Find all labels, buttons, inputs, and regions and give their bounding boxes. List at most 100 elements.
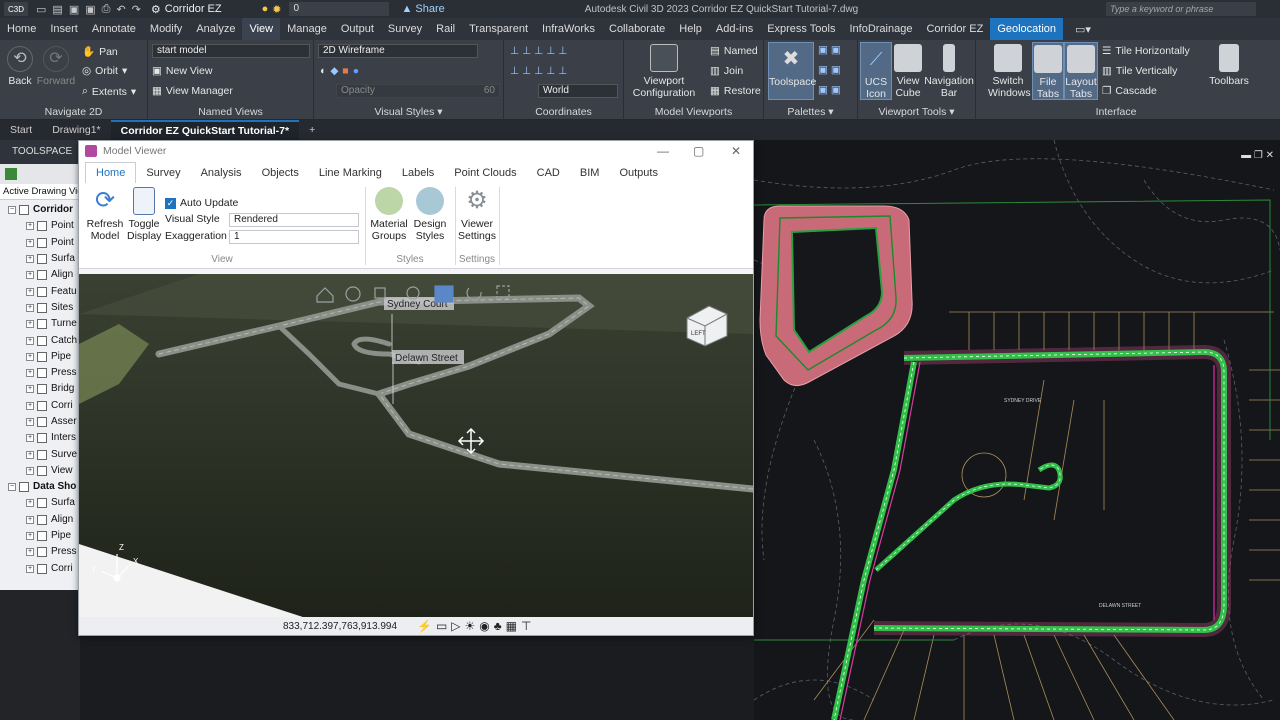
material-groups-button[interactable]: Material Groups [369,187,409,242]
opacity-slider[interactable]: Opacity 60 [336,84,500,98]
share-button[interactable]: ▲ Share [401,3,444,15]
ribbon-tab-corridor-ez[interactable]: Corridor EZ [919,18,990,40]
expand-toggle-icon[interactable]: + [26,336,34,345]
tree-item[interactable]: + Align [2,267,80,283]
expand-toggle-icon[interactable]: + [26,499,34,508]
expand-toggle-icon[interactable]: + [26,287,34,296]
expand-toggle-icon[interactable]: + [26,385,34,394]
save-icon[interactable]: ▣ [69,3,79,16]
drawing-canvas[interactable]: ▬ ❐ ✕ SYDNEY DRIVE DELAWN STREET [754,140,1280,720]
expand-toggle-icon[interactable]: + [26,238,34,247]
workspace-switcher[interactable]: ⚙ Corridor EZ [151,3,222,16]
expand-toggle-icon[interactable]: + [26,434,34,443]
palette-icons-row2[interactable]: ▣ ▣ [818,64,841,76]
join-button[interactable]: ▥ Join [710,65,743,77]
tree-item[interactable]: + Inters [2,430,80,446]
expand-toggle-icon[interactable]: + [26,222,34,231]
ribbon-tab-infraworks[interactable]: InfraWorks [535,18,602,40]
viewport-config-button[interactable]: Viewport Configuration [626,44,702,99]
mv-tab-point-clouds[interactable]: Point Clouds [444,163,526,183]
pan-button[interactable]: ✋ Pan [82,45,118,59]
ucs-icon-button[interactable]: ⟋ UCS Icon [860,42,892,100]
ribbon-tab-analyze[interactable]: Analyze [189,18,242,40]
redo-icon[interactable]: ↷ [132,3,141,16]
new-tab-button[interactable]: + [299,120,325,140]
expand-toggle-icon[interactable]: + [26,515,34,524]
tree-item[interactable]: + Catch [2,332,80,348]
undo-icon[interactable]: ↶ [116,3,125,16]
ribbon-tab-geolocation[interactable]: Geolocation [990,18,1064,40]
tree-item[interactable]: − Corridor [2,202,80,218]
switch-windows-button[interactable]: Switch Windows [988,44,1031,99]
mv-tab-home[interactable]: Home [85,162,137,183]
mv-tab-line-marking[interactable]: Line Marking [309,163,392,183]
expand-toggle-icon[interactable]: + [26,369,34,378]
saveas-icon[interactable]: ▣ [85,3,95,16]
ribbon-tab-manage[interactable]: Manage [280,18,334,40]
mv-tab-cad[interactable]: CAD [527,163,570,183]
toggle-display-button[interactable]: Toggle Display [127,187,161,242]
app-logo[interactable]: C3D [4,2,28,16]
tree-item[interactable]: + Featu [2,283,80,299]
extents-button[interactable]: ⌕ Extents ▾ [82,85,136,98]
tree-item[interactable]: + Turne [2,316,80,332]
named-button[interactable]: ▤ Named [710,45,758,57]
expand-toggle-icon[interactable]: + [26,352,34,361]
close-icon[interactable]: ✕ [731,144,741,158]
ribbon-tab-modify[interactable]: Modify [143,18,189,40]
mv-tab-outputs[interactable]: Outputs [609,163,668,183]
expand-toggle-icon[interactable]: + [26,303,34,312]
layout-tabs-button[interactable]: Layout Tabs [1064,42,1098,100]
tile-horizontally-button[interactable]: ☰ Tile Horizontally [1102,45,1190,57]
mv-tab-labels[interactable]: Labels [392,163,444,183]
tree-item[interactable]: + Asser [2,414,80,430]
toolbars-button[interactable]: Toolbars [1206,44,1252,87]
ribbon-tab-output[interactable]: Output [334,18,381,40]
exaggeration-input[interactable]: 1 [229,230,359,244]
ucs-dropdown[interactable]: World [538,84,618,98]
viewcube-button[interactable]: View Cube [892,44,924,99]
sun-icon[interactable]: ✹ [272,3,281,16]
ribbon-tab-home[interactable]: Home [0,18,43,40]
toolspace-subtitle[interactable]: Active Drawing View [0,184,80,200]
auto-update-checkbox[interactable]: ✓ Auto Update [165,197,238,209]
file-tabs-button[interactable]: File Tabs [1032,42,1064,100]
layer-dropdown[interactable]: 0 [289,2,390,16]
tree-item[interactable]: + Press [2,365,80,381]
orbit-button[interactable]: ◎ Orbit ▾ [82,65,127,77]
tile-vertically-button[interactable]: ▥ Tile Vertically [1102,65,1177,77]
maximize-icon[interactable]: ▢ [693,144,704,158]
open-icon[interactable]: ▤ [52,3,62,16]
ribbon-tab-insert[interactable]: Insert [43,18,85,40]
ribbon-tab-express-tools[interactable]: Express Tools [760,18,842,40]
model-viewer-titlebar[interactable]: Model Viewer — ▢ ✕ [79,141,753,161]
expand-toggle-icon[interactable]: + [26,466,34,475]
new-icon[interactable]: ▭ [36,3,46,16]
expand-toggle-icon[interactable]: + [26,320,34,329]
tree-item[interactable]: + Align [2,512,80,528]
bulb-icon[interactable]: ● [262,3,269,15]
forward-button[interactable]: ⟳ Forward [36,46,76,87]
doc-tab-2[interactable]: Corridor EZ QuickStart Tutorial-7* [110,120,300,140]
toolspace-tool-icon[interactable] [5,168,17,180]
ribbon-tab-help[interactable]: Help [672,18,709,40]
ucs-icons-row2[interactable]: ⊥ ⊥ ⊥ ⊥ ⊥ [510,65,567,77]
design-styles-button[interactable]: Design Styles [411,187,449,242]
named-view-dropdown[interactable]: start model [152,44,310,58]
tree-item[interactable]: + Surve [2,446,80,462]
new-view-button[interactable]: ▣ New View [152,65,212,77]
restore-button[interactable]: ▦ Restore [710,85,761,97]
visual-style-select[interactable]: Rendered [229,213,359,227]
ribbon-tab-annotate[interactable]: Annotate [85,18,143,40]
expand-toggle-icon[interactable]: + [26,548,34,557]
doc-tab-0[interactable]: Start [0,120,42,140]
tree-item[interactable]: + Surfa [2,251,80,267]
toolspace-button[interactable]: ✖ Toolspace [768,42,816,100]
tree-item[interactable]: + Point [2,235,80,251]
tree-item[interactable]: + Corri [2,398,80,414]
minimize-icon[interactable]: — [657,144,669,158]
ribbon-expand-icon[interactable]: ▭▾ [1075,23,1091,36]
tree-item[interactable]: + Sites [2,300,80,316]
ucs-icons-row1[interactable]: ⊥ ⊥ ⊥ ⊥ ⊥ [510,45,567,57]
expand-toggle-icon[interactable]: − [8,483,16,492]
